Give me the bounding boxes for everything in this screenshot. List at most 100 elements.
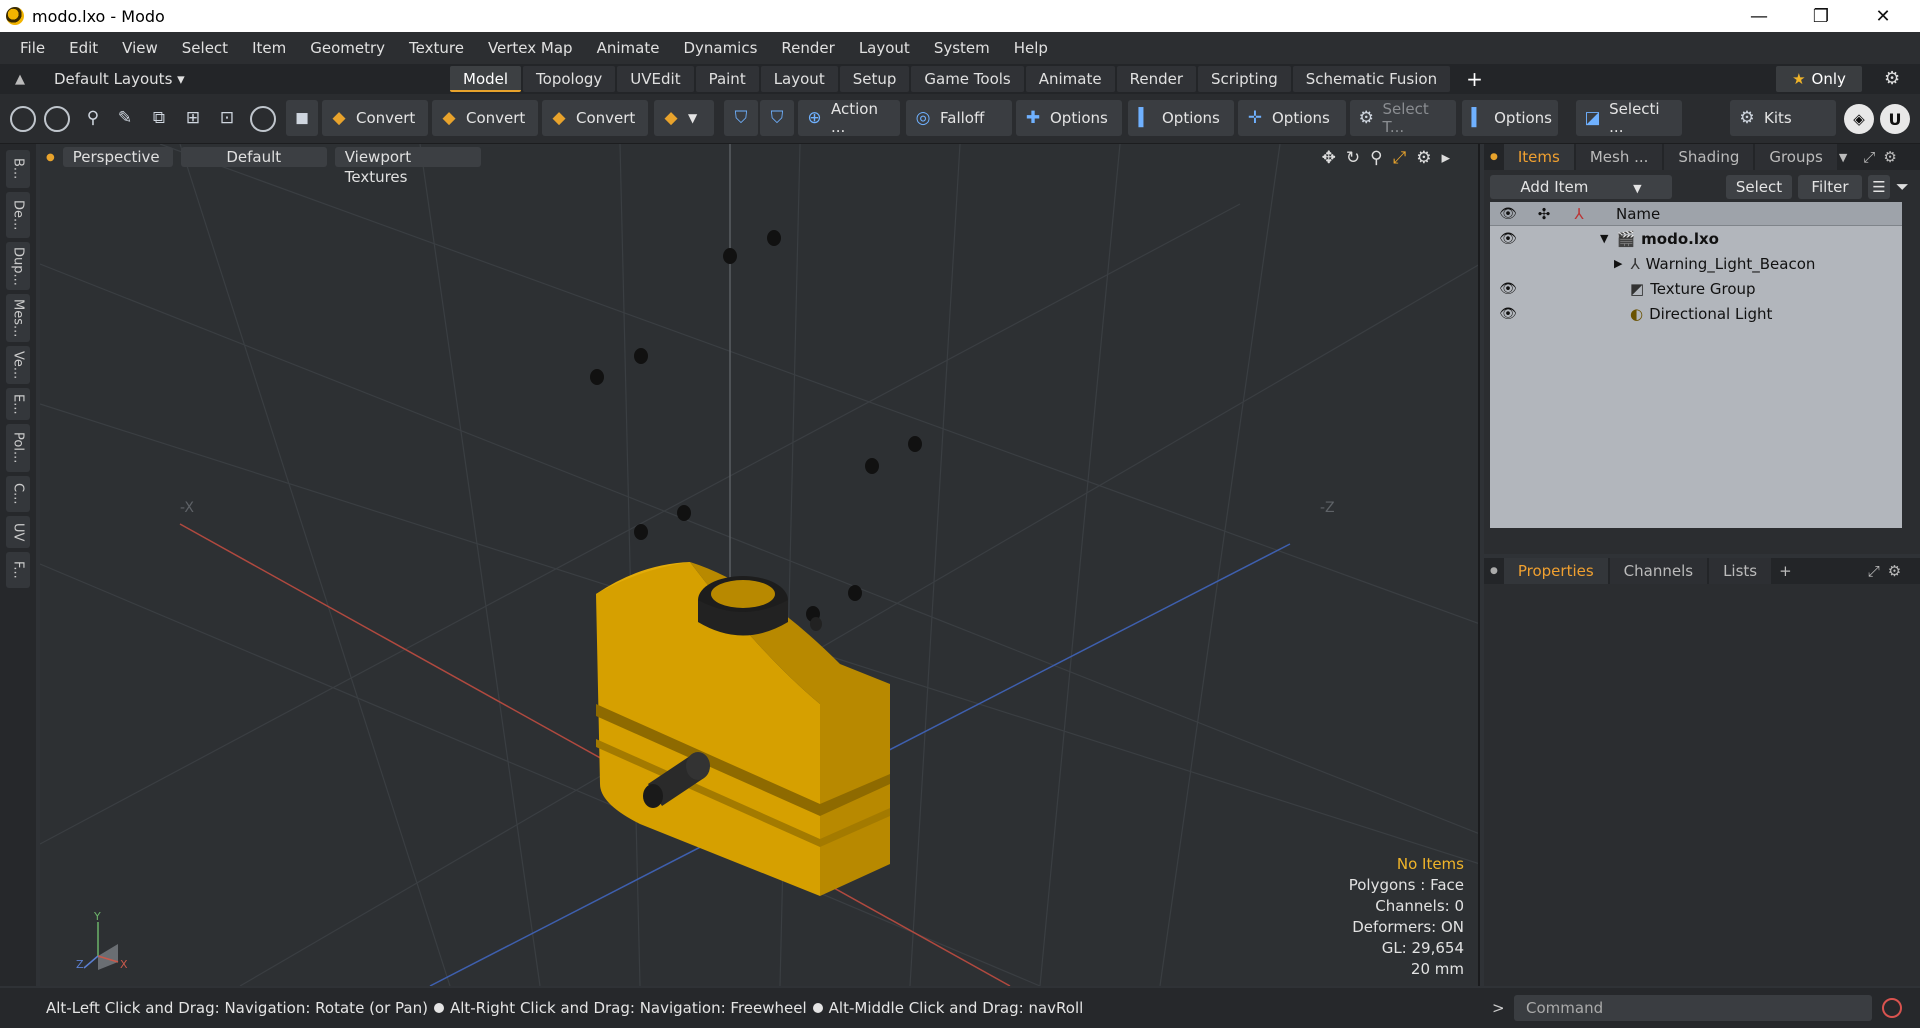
action-center-button[interactable]: ⊕ Action ...: [798, 100, 900, 136]
command-input[interactable]: Command: [1514, 995, 1872, 1021]
shading-default-dropdown[interactable]: Default: [180, 147, 327, 167]
rotate-icon[interactable]: ↻: [1346, 148, 1360, 168]
tab-game-tools[interactable]: Game Tools: [911, 66, 1024, 92]
add-tab-plus-icon[interactable]: +: [1466, 67, 1483, 91]
tabs-overflow-icon[interactable]: ▼: [1839, 151, 1847, 164]
unreal-icon[interactable]: U: [1880, 104, 1910, 134]
name-column-header[interactable]: Name: [1596, 205, 1660, 223]
convert-button-1[interactable]: ◆ Convert: [322, 100, 428, 136]
bevel-icon[interactable]: ⊡: [212, 100, 242, 136]
menu-render[interactable]: Render: [769, 39, 846, 57]
vtab-deform[interactable]: De...: [6, 192, 30, 238]
tab-channels[interactable]: Channels: [1609, 558, 1708, 584]
viewport-gear-icon[interactable]: ⚙: [1416, 148, 1431, 168]
unity-icon[interactable]: ◈: [1844, 104, 1874, 134]
eye-icon[interactable]: 👁: [1490, 281, 1526, 297]
kits-button[interactable]: ⚙ Kits: [1730, 100, 1836, 136]
vtab-polygon[interactable]: Pol...: [6, 424, 30, 472]
fit-icon[interactable]: ⤢: [1393, 148, 1407, 168]
collapse-triangle-icon[interactable]: ▶: [1614, 257, 1622, 270]
convert-button-2[interactable]: ◆ Convert: [432, 100, 538, 136]
expand-triangle-icon[interactable]: ▼: [1600, 232, 1608, 245]
menu-view[interactable]: View: [110, 39, 170, 57]
options-button-3[interactable]: ✛ Options: [1238, 100, 1346, 136]
menu-dynamics[interactable]: Dynamics: [671, 39, 769, 57]
select-through-button[interactable]: ⚙ Select T...: [1350, 100, 1456, 136]
select-circle-icon[interactable]: [10, 106, 36, 132]
default-layouts-dropdown[interactable]: Default Layouts ▾: [40, 70, 450, 88]
vtab-uv[interactable]: UV: [6, 516, 30, 548]
vtab-curve[interactable]: C...: [6, 476, 30, 512]
loop-icon[interactable]: ⧉: [144, 100, 174, 136]
pan-icon[interactable]: ✥: [1322, 148, 1336, 168]
zoom-icon[interactable]: ⚲: [1370, 148, 1382, 168]
menu-geometry[interactable]: Geometry: [298, 39, 397, 57]
eye-icon[interactable]: 👁: [1490, 231, 1526, 247]
menu-vertex-map[interactable]: Vertex Map: [476, 39, 585, 57]
viewport-textures-dropdown[interactable]: Viewport Textures: [334, 147, 481, 186]
options-button-2[interactable]: ▍ Options: [1128, 100, 1234, 136]
tab-properties[interactable]: Properties: [1503, 558, 1608, 584]
filter-funnel-icon[interactable]: ⏷: [1896, 177, 1909, 197]
only-button[interactable]: ★ Only: [1776, 66, 1862, 92]
menu-layout[interactable]: Layout: [847, 39, 922, 57]
vtab-mesh-edit[interactable]: Mes...: [6, 294, 30, 342]
tab-schematic-fusion[interactable]: Schematic Fusion: [1292, 66, 1451, 92]
tab-lists[interactable]: Lists: [1709, 558, 1772, 584]
vtab-fusion[interactable]: F...: [6, 552, 30, 588]
menu-item[interactable]: Item: [240, 39, 298, 57]
filter-button[interactable]: Filter: [1798, 175, 1862, 199]
perspective-dropdown[interactable]: Perspective: [62, 147, 173, 167]
panel-gear-icon[interactable]: ⚙: [1888, 562, 1901, 580]
tab-render[interactable]: Render: [1116, 66, 1197, 92]
tab-animate[interactable]: Animate: [1025, 66, 1115, 92]
sphere-icon[interactable]: [250, 106, 276, 132]
menu-edit[interactable]: Edit: [57, 39, 110, 57]
tab-topology[interactable]: Topology: [523, 66, 616, 92]
tree-row-scene[interactable]: 👁 ▼ 🎬 modo.lxo: [1490, 226, 1902, 251]
vtab-duplicate[interactable]: Dup...: [6, 242, 30, 290]
cube-icon[interactable]: ◼: [286, 100, 318, 136]
tab-layout[interactable]: Layout: [760, 66, 838, 92]
tab-scripting[interactable]: Scripting: [1198, 66, 1291, 92]
tab-uvedit[interactable]: UVEdit: [617, 66, 694, 92]
add-tab-plus-icon[interactable]: +: [1779, 562, 1792, 580]
record-icon[interactable]: [1882, 998, 1902, 1018]
vtab-edge[interactable]: E...: [6, 388, 30, 420]
gear-icon[interactable]: ⚙: [1884, 68, 1900, 89]
panel-expand-icon[interactable]: ⤢: [1868, 562, 1880, 580]
primitive-dropdown[interactable]: ◆ ▼: [654, 100, 714, 136]
menu-select[interactable]: Select: [170, 39, 240, 57]
tab-paint[interactable]: Paint: [695, 66, 759, 92]
collapse-arrow-icon[interactable]: ▲: [0, 72, 40, 87]
brush-icon[interactable]: ✎: [110, 100, 140, 136]
convert-button-3[interactable]: ◆ Convert: [542, 100, 648, 136]
tree-row-light[interactable]: 👁 ◐ Directional Light: [1490, 301, 1902, 326]
eye-icon[interactable]: 👁: [1490, 306, 1526, 322]
edge-slice-icon[interactable]: ⊞: [178, 100, 208, 136]
symmetry-shield-icon[interactable]: ⛉: [724, 100, 758, 136]
options-button-1[interactable]: ✚ Options: [1016, 100, 1122, 136]
vtab-basic[interactable]: B...: [6, 150, 30, 188]
menu-file[interactable]: File: [8, 39, 57, 57]
workplane-shield-icon[interactable]: ⛉: [760, 100, 794, 136]
globe-icon[interactable]: [44, 106, 70, 132]
panel-gear-icon[interactable]: ⚙: [1883, 148, 1896, 166]
restore-button[interactable]: ❐: [1790, 0, 1852, 32]
add-item-button[interactable]: Add Item ▼: [1490, 175, 1672, 199]
falloff-button[interactable]: ◎ Falloff: [906, 100, 1012, 136]
close-button[interactable]: ✕: [1852, 0, 1914, 32]
menu-system[interactable]: System: [922, 39, 1002, 57]
menu-texture[interactable]: Texture: [397, 39, 476, 57]
list-options-icon[interactable]: ☰: [1868, 175, 1890, 199]
panel-expand-icon[interactable]: ⤢: [1863, 148, 1875, 166]
pen-icon[interactable]: ⚲: [78, 100, 108, 136]
menu-animate[interactable]: Animate: [585, 39, 672, 57]
select-button[interactable]: Select: [1726, 175, 1792, 199]
tree-row-mesh[interactable]: ▶ ⅄ Warning_Light_Beacon: [1490, 251, 1902, 276]
expand-arrow-icon[interactable]: ▸: [1441, 148, 1450, 168]
tab-setup[interactable]: Setup: [839, 66, 910, 92]
tab-mesh[interactable]: Mesh ...: [1575, 144, 1663, 170]
tab-groups[interactable]: Groups: [1755, 144, 1837, 170]
selection-sets-button[interactable]: ◪ Selecti ...: [1576, 100, 1682, 136]
